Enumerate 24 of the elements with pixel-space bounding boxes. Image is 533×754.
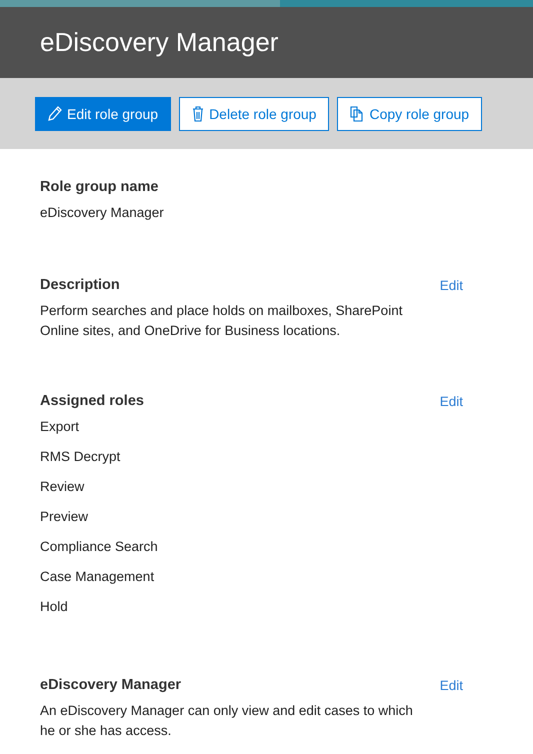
section-heading: Assigned roles — [40, 393, 144, 409]
role-item: Compliance Search — [40, 538, 159, 556]
copy-icon — [350, 106, 364, 122]
role-item: Export — [40, 418, 80, 436]
role-item: Case Management — [40, 568, 156, 586]
section-heading: eDiscovery Manager — [40, 677, 182, 693]
copy-button[interactable]: Copy role group — [337, 96, 482, 130]
edit-link[interactable]: Edit — [440, 678, 463, 692]
edit-button[interactable]: Edit role group — [35, 96, 172, 130]
section-text: Perform searches and place holds on mailboxes, SharePoint Online sites, and OneDrive for Business locations. — [40, 302, 404, 340]
page-title: eDiscovery Manager — [40, 27, 278, 58]
role-item: Hold — [40, 598, 69, 616]
delete-button[interactable]: Delete role group — [179, 96, 330, 130]
section-text: An eDiscovery Manager can only view and edit cases to which he or she has access. — [40, 702, 414, 740]
edit-link[interactable]: Edit — [440, 278, 463, 292]
role-item: Preview — [40, 508, 90, 526]
role-item: Review — [40, 478, 86, 496]
role-item: RMS Decrypt — [40, 448, 122, 466]
field-value: eDiscovery Manager — [40, 204, 165, 222]
section-heading: Description — [40, 277, 120, 293]
section-heading: Role group name — [40, 179, 158, 195]
pencil-icon — [48, 106, 62, 122]
edit-link[interactable]: Edit — [440, 394, 463, 408]
trash-icon — [192, 106, 204, 122]
